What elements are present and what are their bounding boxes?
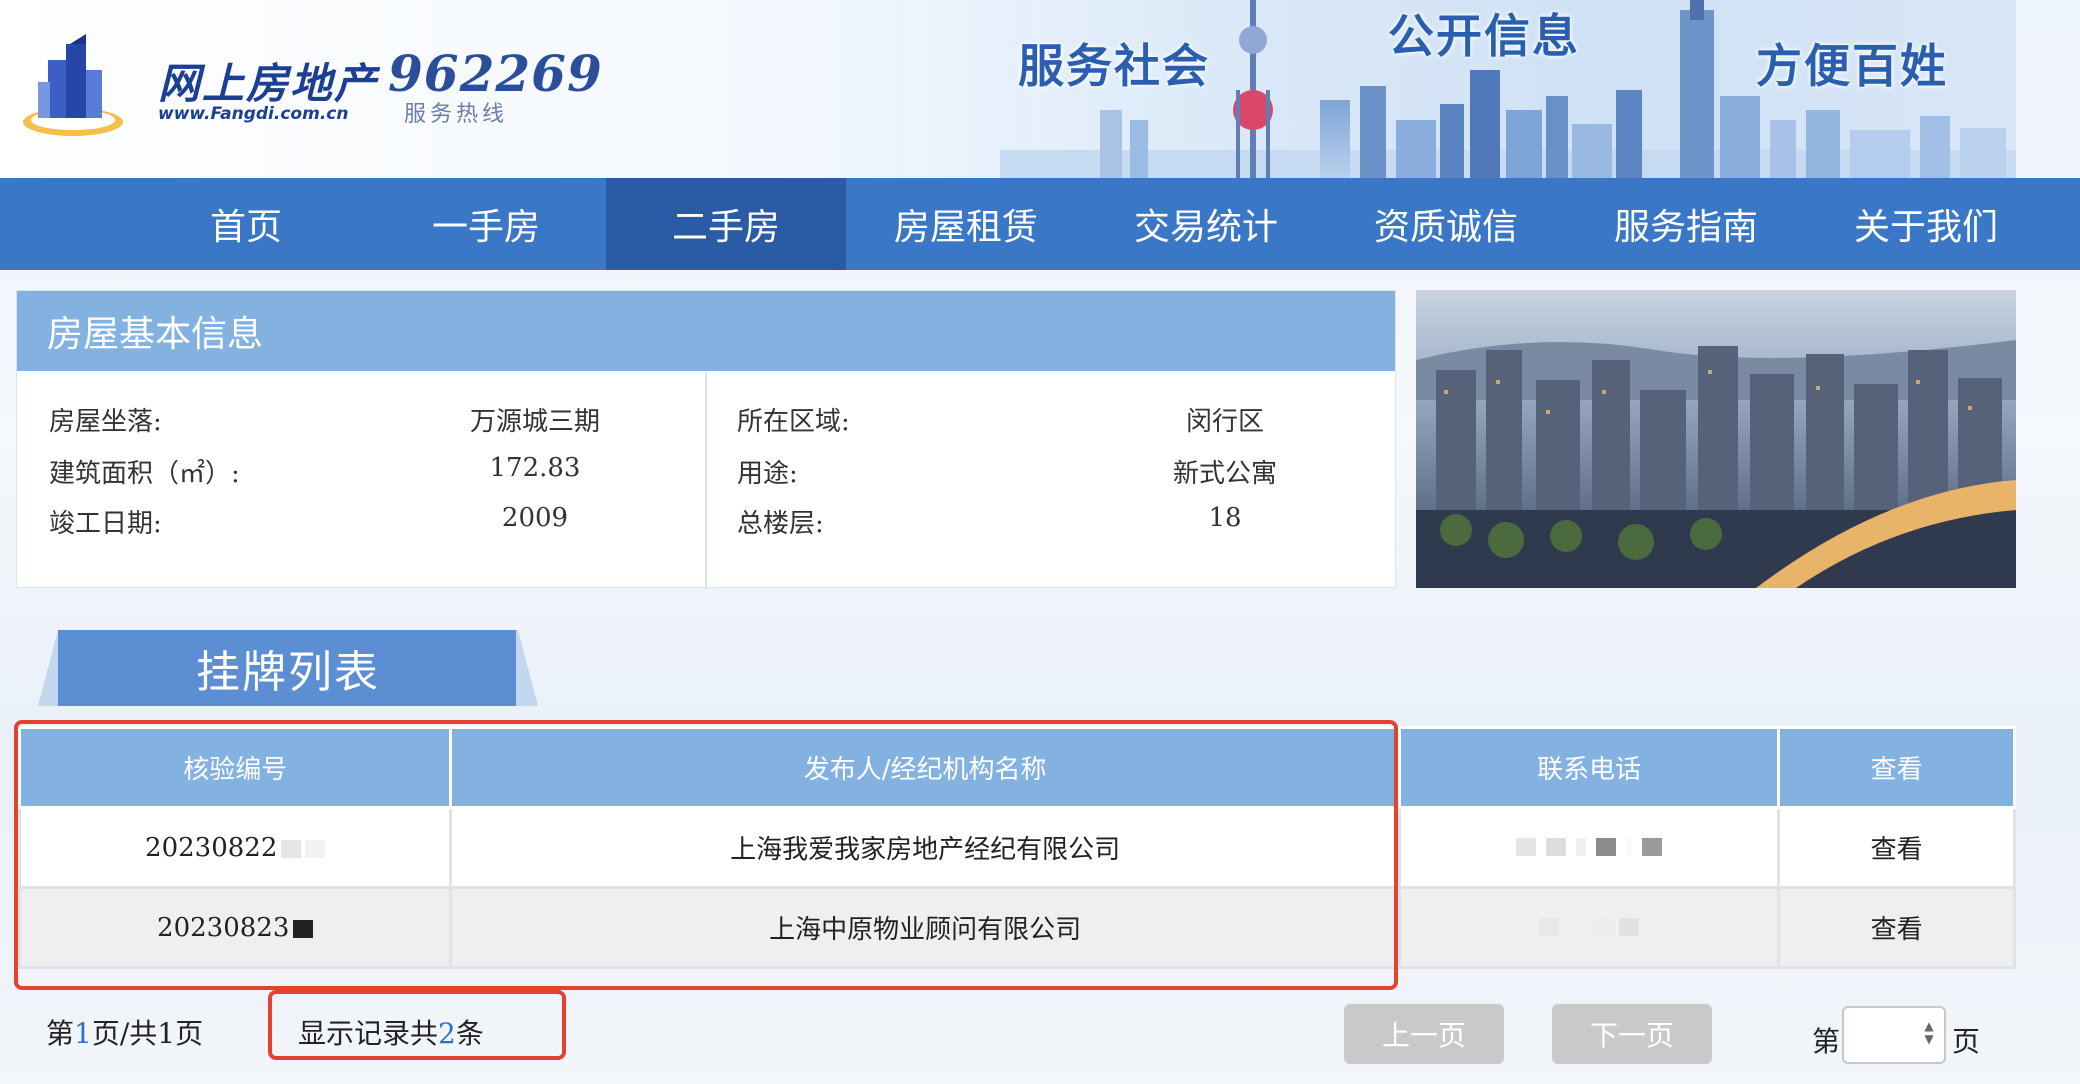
- hotline-label: 服务热线: [404, 102, 509, 127]
- info-label: 总楼层:: [737, 509, 824, 539]
- info-label: 房屋坐落:: [49, 407, 162, 437]
- page-suffix: 页: [175, 1017, 204, 1050]
- redacted-mark: [281, 839, 302, 858]
- records-suffix: 条: [455, 1017, 484, 1050]
- info-value: 闵行区: [1185, 407, 1264, 437]
- slogan-1: 服务社会: [1018, 39, 1210, 93]
- redacted-mark: [305, 839, 326, 858]
- info-label: 建筑面积（㎡）:: [49, 459, 240, 489]
- logo-text: 网上房地产: [158, 59, 379, 108]
- page-prefix: 第: [46, 1017, 75, 1050]
- total-pages: 1: [157, 1017, 176, 1050]
- nav-item-new-house[interactable]: 一手房: [366, 178, 606, 270]
- info-value: 万源城三期: [469, 407, 600, 437]
- listing-table: 核验编号 发布人/经纪机构名称 联系电话 查看 20230822 上海我爱我家房…: [17, 726, 2016, 969]
- verification-code-cell: 20230823: [17, 886, 453, 969]
- table-row: 20230823 上海中原物业顾问有限公司 查看: [17, 886, 2016, 969]
- verification-code: 20230823: [157, 912, 290, 943]
- site-header: 网上房地产 www.Fangdi.com.cn 962269 服务热线 服务社会…: [0, 0, 2016, 178]
- column-header-phone: 联系电话: [1397, 726, 1781, 809]
- next-page-button[interactable]: 下一页: [1552, 1004, 1712, 1064]
- records-count: 2: [438, 1017, 456, 1050]
- redacted-phone: [1516, 837, 1663, 856]
- redacted-phone: [1539, 917, 1640, 936]
- nav-item-credentials[interactable]: 资质诚信: [1326, 178, 1566, 270]
- info-label: 竣工日期:: [49, 509, 162, 539]
- slogan-3: 方便百姓: [1756, 39, 1948, 93]
- nav-item-statistics[interactable]: 交易统计: [1086, 178, 1326, 270]
- nav-item-about[interactable]: 关于我们: [1806, 178, 2046, 270]
- slogan-2: 公开信息: [1388, 9, 1580, 63]
- column-divider: [705, 371, 707, 589]
- page-indicator: 第1页/共1页: [46, 1012, 203, 1052]
- table-row: 20230822 上海我爱我家房地产经纪有限公司 查看: [17, 806, 2016, 889]
- house-info-title: 房屋基本信息: [17, 291, 1395, 371]
- view-link[interactable]: 查看: [1777, 886, 2016, 969]
- info-label: 用途:: [737, 459, 798, 489]
- redacted-mark: [293, 919, 314, 938]
- agency-name: 上海我爱我家房地产经纪有限公司: [449, 806, 1401, 889]
- property-photo: [1416, 290, 2016, 588]
- verification-code-cell: 20230822: [17, 806, 453, 889]
- info-value: 172.83: [489, 453, 581, 483]
- phone-cell: [1397, 806, 1781, 889]
- table-header-row: 核验编号 发布人/经纪机构名称 联系电话 查看: [17, 726, 2016, 809]
- listing-tab[interactable]: 挂牌列表: [38, 630, 538, 706]
- house-info-panel: 房屋基本信息 房屋坐落: 万源城三期 建筑面积（㎡）: 172.83 竣工日期:…: [16, 290, 1396, 589]
- agency-name: 上海中原物业顾问有限公司: [449, 886, 1401, 969]
- prev-page-button[interactable]: 上一页: [1344, 1004, 1504, 1064]
- record-count: 显示记录共2条: [298, 1012, 484, 1052]
- view-link[interactable]: 查看: [1777, 806, 2016, 889]
- logo-url: www.Fangdi.com.cn: [158, 104, 349, 124]
- listing-tab-title: 挂牌列表: [196, 647, 380, 698]
- nav-item-rental[interactable]: 房屋租赁: [846, 178, 1086, 270]
- goto-suffix: 页: [1952, 1025, 1981, 1058]
- info-label: 所在区域:: [737, 407, 850, 437]
- verification-code: 20230822: [145, 832, 278, 863]
- nav-item-home[interactable]: 首页: [126, 178, 366, 270]
- hotline-number: 962269: [388, 44, 603, 103]
- column-header-code: 核验编号: [17, 726, 453, 809]
- nav-item-guide[interactable]: 服务指南: [1566, 178, 1806, 270]
- current-page: 1: [74, 1017, 92, 1050]
- info-value: 18: [1208, 503, 1242, 533]
- main-nav: 首页 一手房 二手房 房屋租赁 交易统计 资质诚信 服务指南 关于我们: [0, 178, 2080, 270]
- column-header-agency: 发布人/经纪机构名称: [449, 726, 1401, 809]
- phone-cell: [1397, 886, 1781, 969]
- site-logo-icon[interactable]: [18, 30, 128, 140]
- column-header-view: 查看: [1777, 726, 2016, 809]
- page-mid: 页/共: [91, 1017, 158, 1050]
- info-value: 2009: [501, 503, 569, 533]
- spinner-icon[interactable]: ▲ ▼: [1922, 1020, 1936, 1050]
- nav-item-second-hand[interactable]: 二手房: [606, 178, 846, 270]
- goto-prefix: 第: [1812, 1025, 1841, 1058]
- info-value: 新式公寓: [1172, 459, 1277, 489]
- records-prefix: 显示记录共: [298, 1017, 439, 1050]
